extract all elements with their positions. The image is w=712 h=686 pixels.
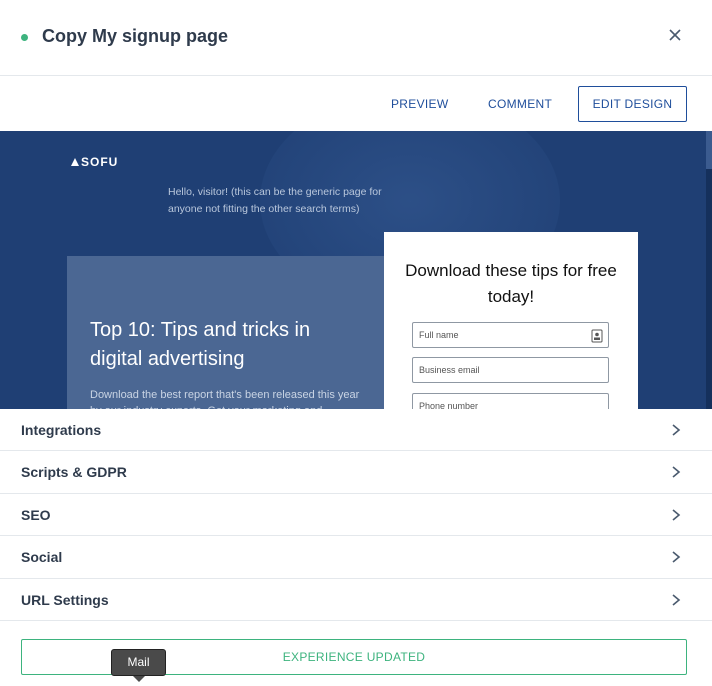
chevron-right-icon [670,593,682,607]
mail-tooltip: Mail [111,649,166,676]
settings-item-label: Scripts & GDPR [21,464,127,481]
action-bar: PREVIEW COMMENT EDIT DESIGN [0,77,712,131]
sofu-logo: SOFU [71,155,118,169]
form-title: Download these tips for free today! [405,261,617,306]
full-name-placeholder: Full name [419,330,459,340]
business-email-placeholder: Business email [419,365,480,375]
status-dot [21,34,28,41]
edit-design-button[interactable]: EDIT DESIGN [578,86,687,122]
full-name-field[interactable]: Full name [412,322,609,348]
settings-item-label: Integrations [21,422,102,438]
chevron-right-icon [670,550,682,564]
greeting-text: Hello, visitor! (this can be the generic… [168,186,382,215]
phone-number-placeholder: Phone number [419,401,479,409]
logo-mark-icon [71,158,79,166]
signup-form: Download these tips for free today! Full… [384,232,638,409]
settings-item-seo[interactable]: SEO [0,494,712,537]
settings-list: Integrations Scripts & GDPR SEO Social U… [0,409,712,621]
settings-item-label: SEO [21,506,51,523]
preview-scrollbar[interactable] [706,131,712,409]
chevron-right-icon [670,508,682,522]
comment-button[interactable]: COMMENT [488,97,552,111]
settings-item-label: Social [21,549,63,566]
preview-button[interactable]: PREVIEW [391,97,448,111]
hero-text: Download the best report that's been rel… [90,389,360,409]
settings-item-url-settings[interactable]: URL Settings [0,579,712,621]
hero-title: Top 10: Tips and tricks in digital adver… [90,319,311,370]
page-title: Copy My signup page [42,26,229,46]
settings-item-label: URL Settings [21,591,109,608]
preview-scrollbar-thumb[interactable] [706,131,712,169]
chevron-right-icon [670,423,682,437]
hero-panel: Top 10: Tips and tricks in digital adver… [67,256,384,409]
phone-number-field[interactable]: Phone number [412,393,609,409]
logo-text: SOFU [81,155,119,169]
tooltip-arrow [133,676,145,682]
settings-item-integrations[interactable]: Integrations [0,409,712,452]
settings-item-scripts-gdpr[interactable]: Scripts & GDPR [0,451,712,494]
chevron-right-icon [670,465,682,479]
business-email-field[interactable]: Business email [412,357,609,383]
contact-card-icon [591,328,603,343]
settings-item-social[interactable]: Social [0,536,712,579]
close-icon[interactable] [664,24,686,46]
page-preview[interactable]: SOFU Hello, visitor! (this can be the ge… [0,131,712,409]
modal-header: Copy My signup page [0,0,712,76]
